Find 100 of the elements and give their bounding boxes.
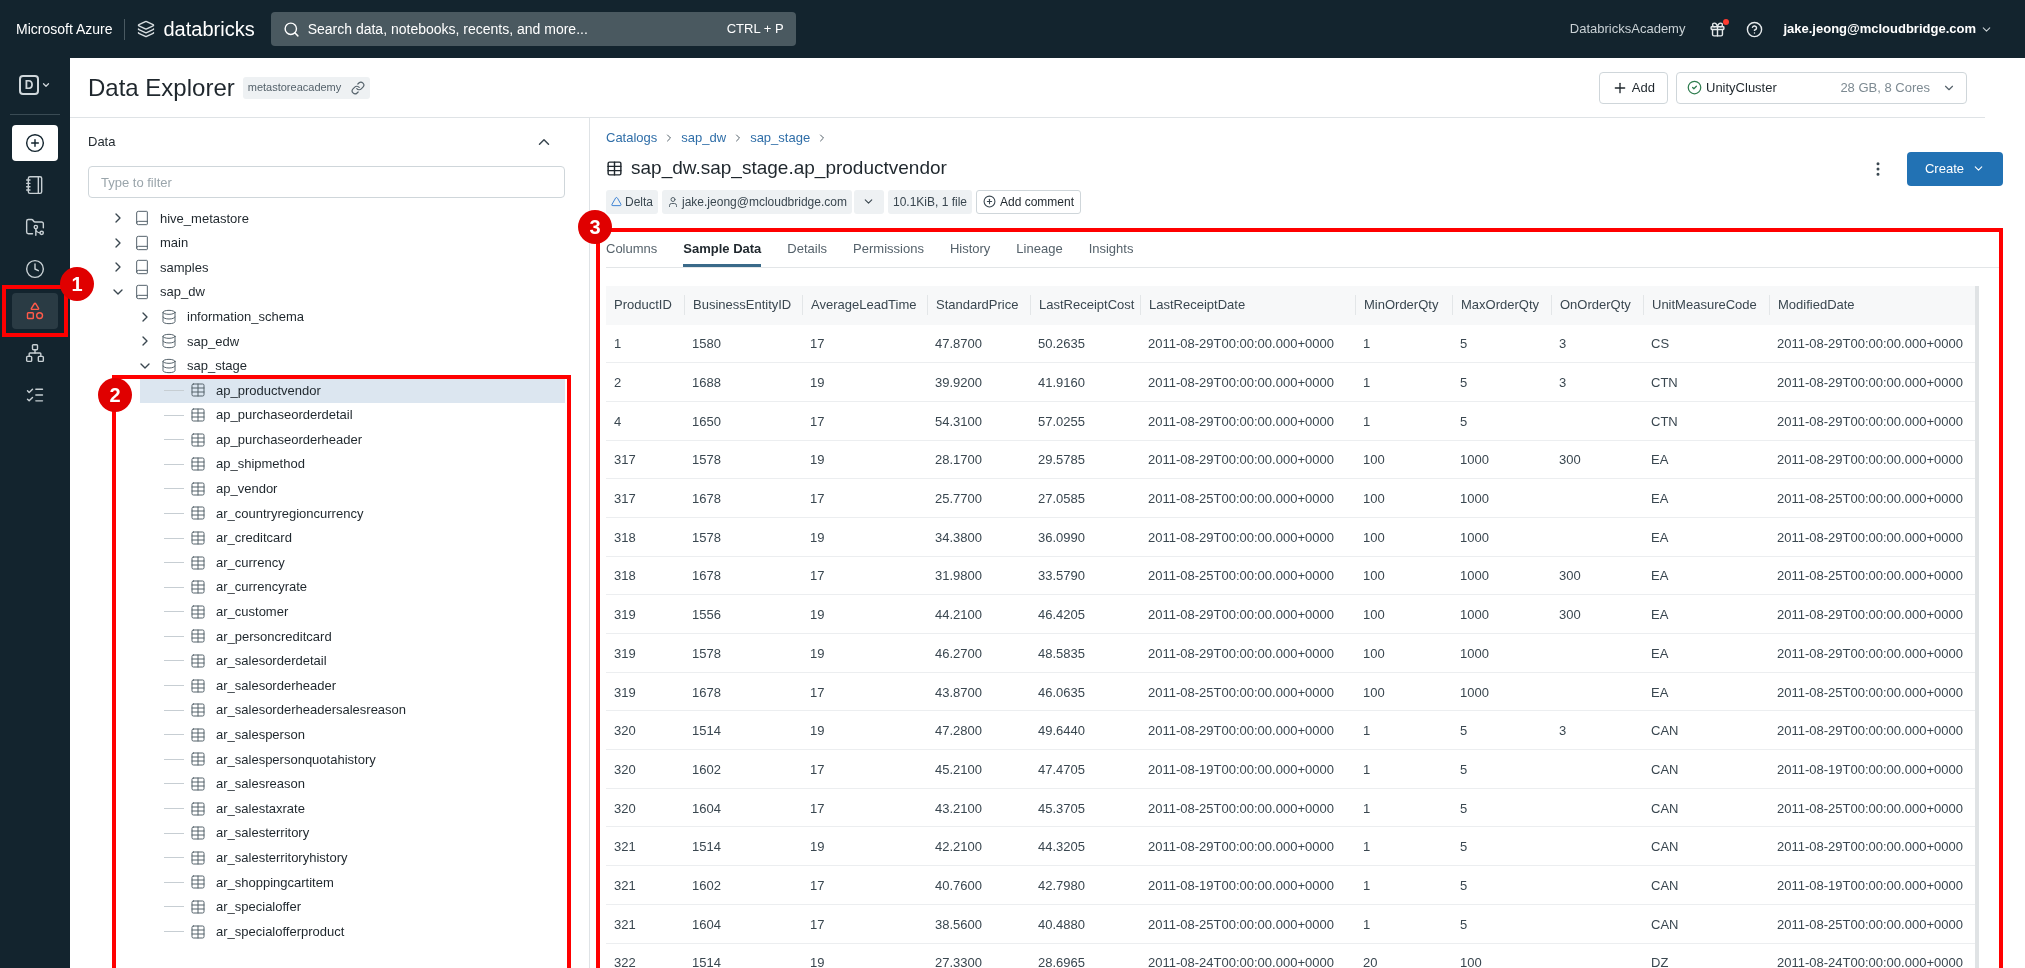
table-cell: 1514 <box>692 955 721 968</box>
tree-label: ar_salesterritoryhistory <box>216 849 348 867</box>
tab[interactable]: Insights <box>1088 235 1134 267</box>
help-icon[interactable] <box>1746 20 1764 38</box>
table-cell: 1 <box>1363 877 1371 893</box>
tree-item[interactable]: ap_shipmethod <box>140 451 565 477</box>
create-button[interactable]: Create <box>1906 151 2003 186</box>
tree-item[interactable]: ar_salestaxrate <box>140 796 565 821</box>
breadcrumb-link[interactable]: sap_stage <box>750 128 811 148</box>
tree-item[interactable]: ar_salesorderheadersalesreason <box>140 697 565 723</box>
table-cell: 41.9160 <box>1038 375 1085 391</box>
tree-item[interactable]: ar_personcreditcard <box>140 624 565 649</box>
column-header[interactable]: StandardPrice <box>927 295 1030 315</box>
tree-item[interactable]: ap_purchaseorderheader <box>140 427 565 452</box>
column-header[interactable]: ProductID <box>606 295 684 315</box>
table-cell: EA <box>1651 607 1669 623</box>
table-icon <box>190 800 206 817</box>
tree-item[interactable]: ap_productvendor <box>140 378 565 403</box>
table-cell: 47.8700 <box>935 336 982 352</box>
tab[interactable]: Sample Data <box>683 235 762 267</box>
panel-title: Data <box>88 133 116 152</box>
column-header[interactable]: LastReceiptCost <box>1030 295 1140 315</box>
column-header[interactable]: LastReceiptDate <box>1140 295 1355 315</box>
tree-item[interactable]: ar_shoppingcartitem <box>140 870 565 895</box>
tree-item[interactable]: ar_specialoffer <box>140 894 565 920</box>
table-cell: 2011-08-29T00:00:00.000+0000 <box>1777 452 1963 468</box>
search-field[interactable]: Search data, notebooks, recents, and more... <box>307 18 727 40</box>
table-cell: 47.4705 <box>1038 761 1085 777</box>
add-button[interactable]: Add <box>1598 71 1668 104</box>
page-title: Data Explorer <box>88 72 235 103</box>
user-menu[interactable]: jake.jeong@mcloudbridge.com <box>1783 19 1993 39</box>
tree-item[interactable]: hive_metastore <box>96 206 565 231</box>
tree-item[interactable]: ar_salesorderheader <box>140 673 565 698</box>
gift-icon[interactable] <box>1709 20 1727 38</box>
tree-item[interactable]: main <box>96 230 565 256</box>
column-header[interactable]: UnitMeasureCode <box>1643 295 1769 315</box>
column-header[interactable]: ModifiedDate <box>1769 295 1969 315</box>
tree-item[interactable]: ar_salesperson <box>140 722 565 748</box>
column-header[interactable]: OnOrderQty <box>1551 295 1643 315</box>
tree-item[interactable]: ar_salesreason <box>140 771 565 797</box>
table-cell: 1000 <box>1460 645 1489 661</box>
table-cell: 5 <box>1460 375 1468 391</box>
tree-item[interactable]: samples <box>96 255 565 280</box>
database-icon <box>161 308 177 325</box>
table-cell: 2011-08-25T00:00:00.000+0000 <box>1148 568 1334 584</box>
table-cell: 2011-08-19T00:00:00.000+0000 <box>1148 761 1334 777</box>
table-icon <box>190 825 206 842</box>
add-comment-button[interactable]: Add comment <box>976 189 1082 214</box>
tree-item[interactable]: sap_stage <box>96 353 565 379</box>
cluster-selector[interactable]: UnityCluster 28 GB, 8 Cores <box>1676 71 1967 104</box>
tree-label: ap_purchaseorderheader <box>216 430 362 449</box>
column-header[interactable]: AverageLeadTime <box>802 295 927 315</box>
table-cell: 1678 <box>692 568 721 584</box>
search-bar[interactable]: Search data, notebooks, recents, and more... CTRL + P <box>270 12 796 46</box>
tree-label: information_schema <box>187 307 305 326</box>
tree-label: ar_shoppingcartitem <box>216 873 334 892</box>
filter-field[interactable]: Type to filter <box>88 166 565 198</box>
table-cell: 2011-08-24T00:00:00.000+0000 <box>1148 955 1334 968</box>
tab[interactable]: History <box>949 235 991 267</box>
breadcrumb-link[interactable]: sap_dw <box>681 128 727 148</box>
tree-item[interactable]: ar_customer <box>140 599 565 625</box>
table-cell: 40.7600 <box>935 877 982 893</box>
tree-item[interactable]: ar_salesterritory <box>140 820 565 846</box>
column-header[interactable]: BusinessEntityID <box>684 295 802 315</box>
tree-item[interactable]: ar_countryregioncurrency <box>140 501 565 526</box>
tab[interactable]: Permissions <box>853 235 924 267</box>
tree-item[interactable]: sap_dw <box>96 279 565 305</box>
table-cell: 1000 <box>1460 491 1489 507</box>
tab[interactable]: Details <box>787 235 828 267</box>
breadcrumb-link[interactable]: Catalogs <box>606 128 658 148</box>
tree-item[interactable]: ar_currencyrate <box>140 574 565 600</box>
workspace-name[interactable]: DatabricksAcademy <box>1569 19 1686 39</box>
table-cell: 1 <box>614 336 622 352</box>
triangle-icon <box>611 196 622 207</box>
table-cell: EA <box>1651 568 1669 584</box>
table-icon <box>190 628 206 645</box>
tree-item[interactable]: sap_edw <box>96 328 565 354</box>
tree-item[interactable]: ar_specialofferproduct <box>140 919 565 944</box>
table-cell: 3 <box>1559 723 1567 739</box>
owner-tag[interactable]: jake.jeong@mcloudbridge.com <box>662 189 852 214</box>
table-icon <box>190 702 206 719</box>
tree-item[interactable]: ar_currency <box>140 550 565 575</box>
table-cell: 2011-08-29T00:00:00.000+0000 <box>1777 336 1963 352</box>
tree-item[interactable]: ar_salesterritoryhistory <box>140 845 565 871</box>
tree-item[interactable]: information_schema <box>96 304 565 329</box>
column-header[interactable]: MaxOrderQty <box>1452 295 1551 315</box>
tab[interactable]: Lineage <box>1016 235 1063 267</box>
link-icon[interactable] <box>351 80 366 95</box>
table-cell: 2011-08-29T00:00:00.000+0000 <box>1777 413 1963 429</box>
tree-item[interactable]: ap_vendor <box>140 476 565 502</box>
table-cell: 17 <box>810 877 825 893</box>
tree-item[interactable]: ar_salesorderdetail <box>140 648 565 674</box>
caret-icon <box>41 80 51 90</box>
column-header[interactable]: MinOrderQty <box>1355 295 1452 315</box>
tree-item[interactable]: ar_salespersonquotahistory <box>140 747 565 772</box>
tree-item[interactable]: ar_creditcard <box>140 525 565 551</box>
workspace-switcher[interactable]: D <box>19 70 51 100</box>
table-cell: 1 <box>1363 916 1371 932</box>
tree-item[interactable]: ap_purchaseorderdetail <box>140 402 565 428</box>
rail-button[interactable] <box>12 125 58 161</box>
